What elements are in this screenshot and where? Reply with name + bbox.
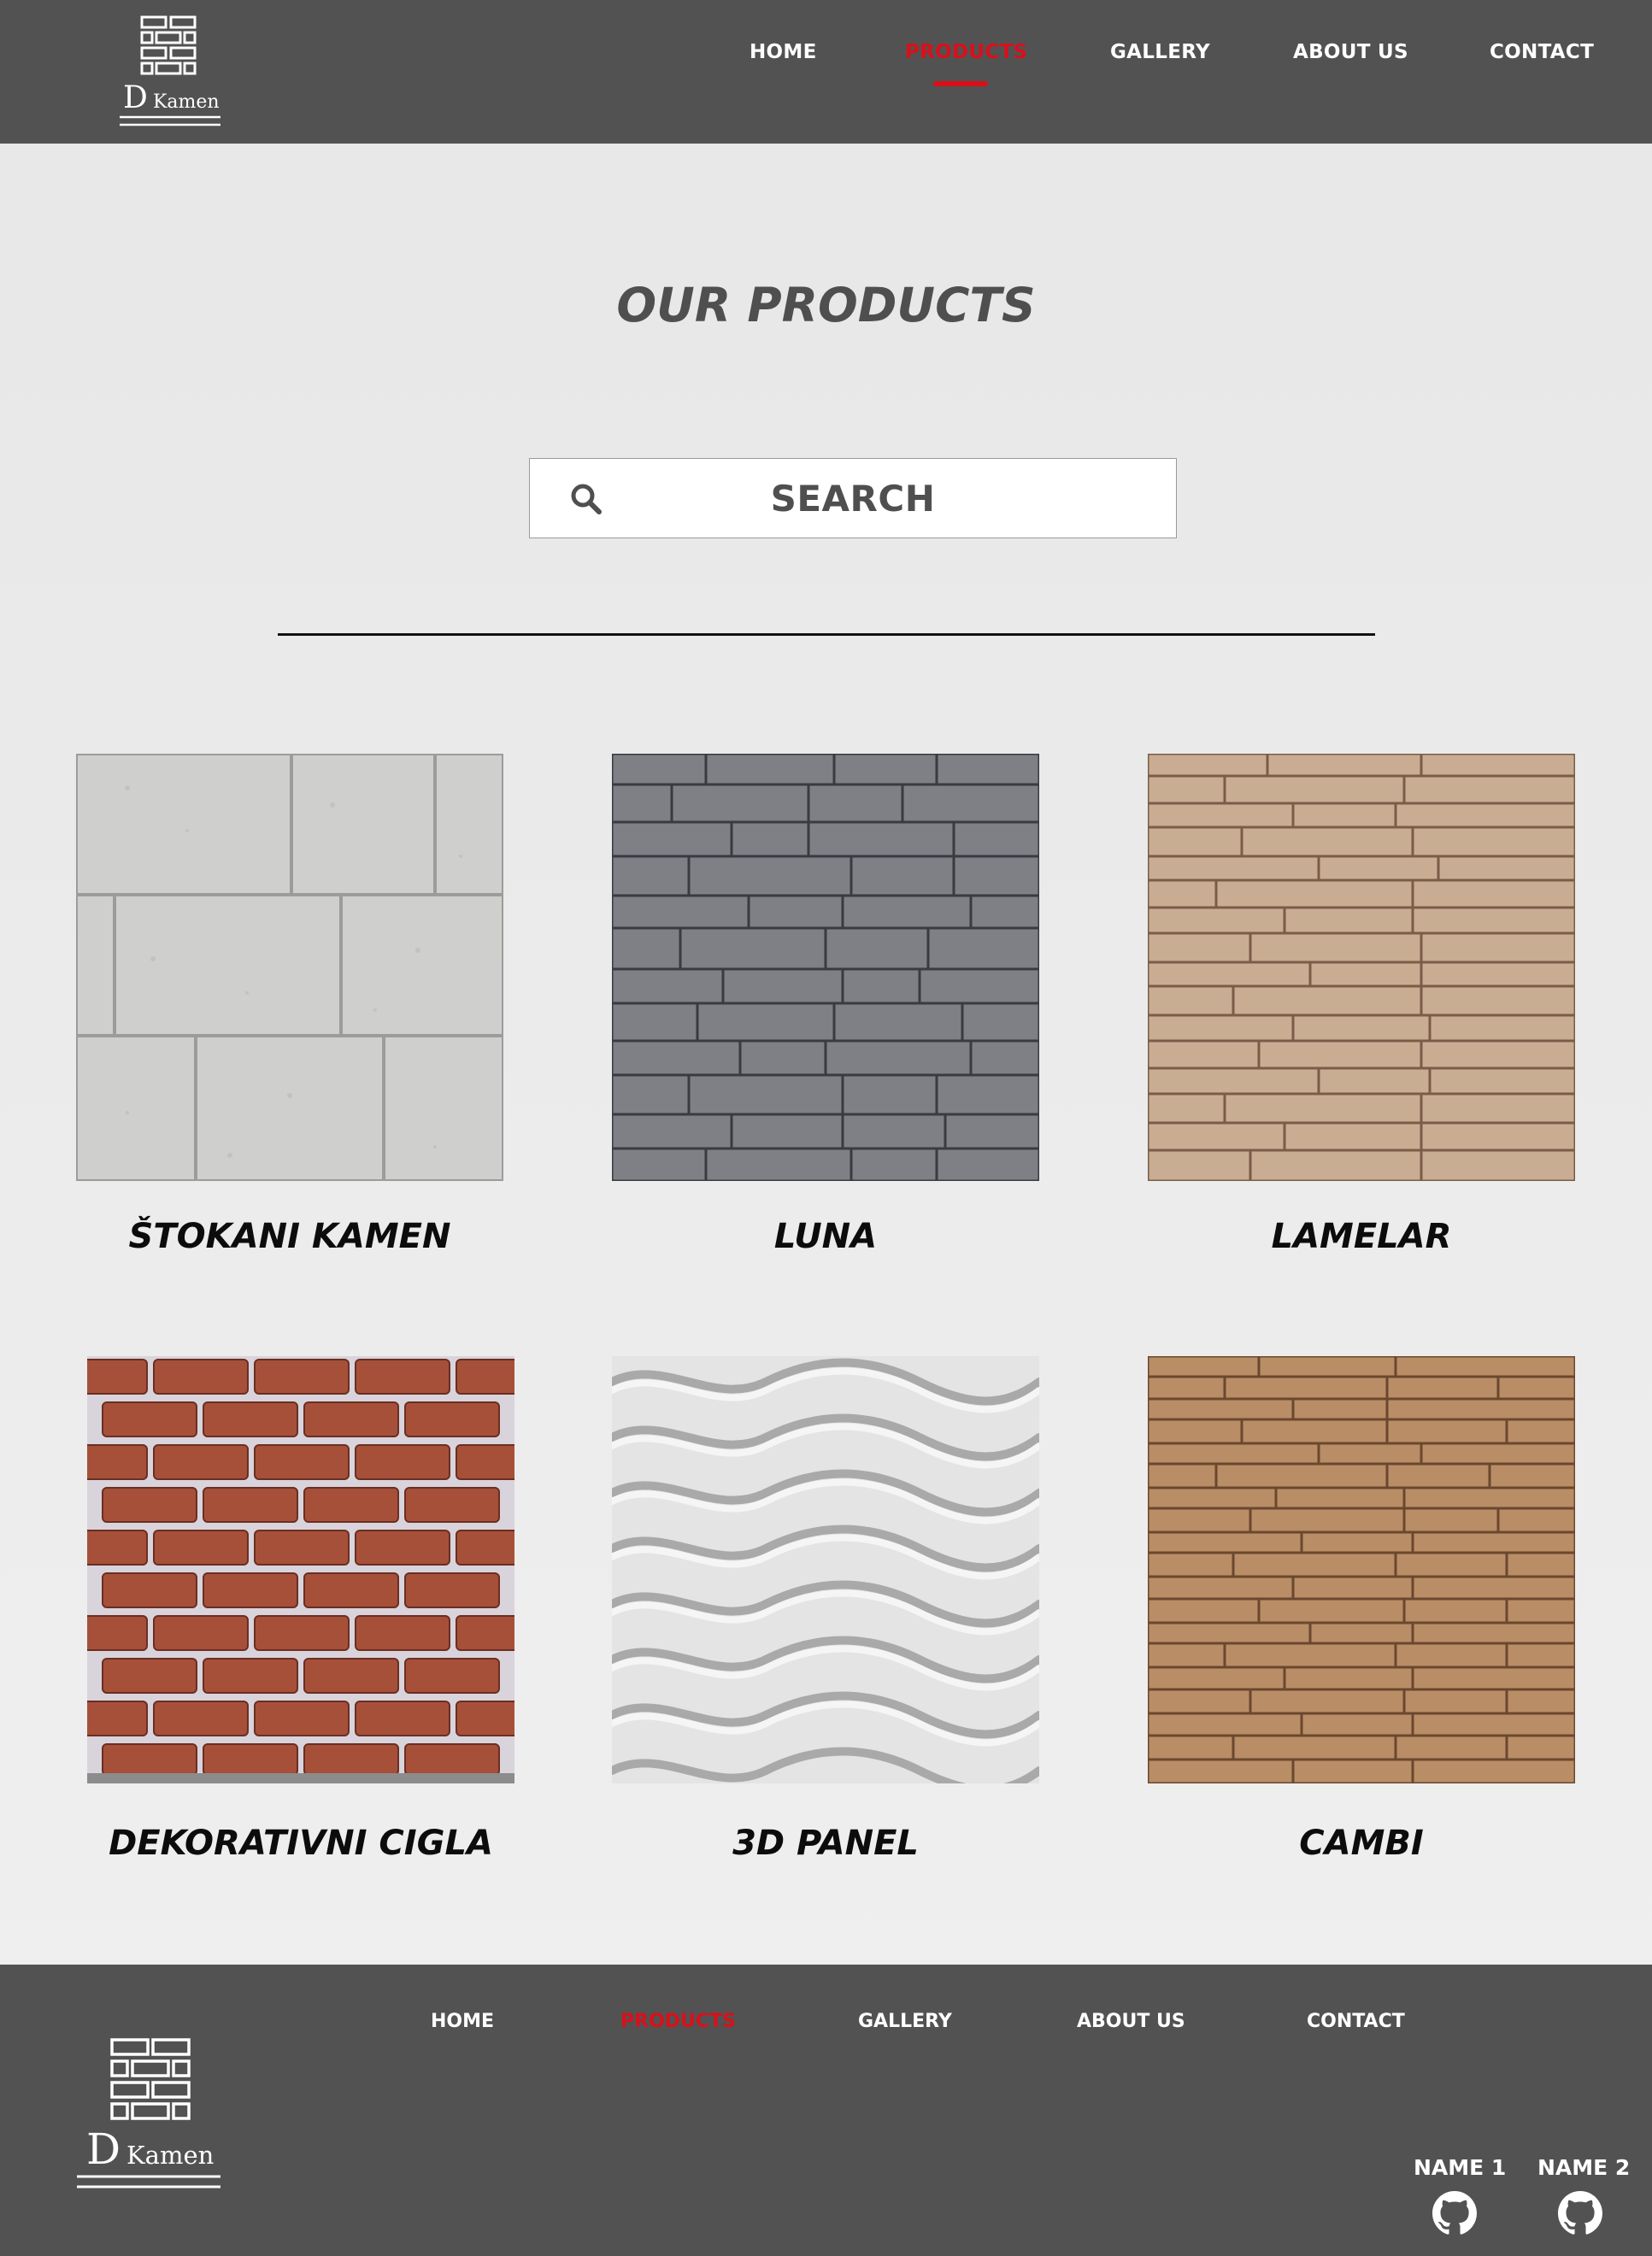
brick-logo-icon: D Kamen bbox=[77, 2038, 220, 2188]
product-image-luna[interactable] bbox=[612, 754, 1039, 1181]
product-name-lamelar[interactable]: LAMELAR bbox=[1148, 1217, 1575, 1256]
product-name-cambi[interactable]: CAMBI bbox=[1148, 1824, 1575, 1863]
logo-letter: D bbox=[123, 80, 148, 115]
github-icon[interactable] bbox=[1558, 2191, 1602, 2235]
footer-nav-gallery[interactable]: GALLERY bbox=[858, 2011, 952, 2032]
product-name-luna[interactable]: LUNA bbox=[612, 1217, 1039, 1256]
page-title: OUR PRODUCTS bbox=[616, 278, 1036, 332]
footer-logo-word: Kamen bbox=[126, 2141, 214, 2170]
footer-nav-contact[interactable]: CONTACT bbox=[1307, 2011, 1405, 2032]
site-footer: HOME PRODUCTS GALLERY ABOUT US CONTACT D… bbox=[0, 1965, 1652, 2256]
product-image-cambi[interactable] bbox=[1148, 1356, 1575, 1783]
nav-gallery[interactable]: GALLERY bbox=[1110, 41, 1210, 63]
section-divider bbox=[278, 633, 1375, 636]
brick-logo-icon: D Kamen bbox=[120, 15, 220, 126]
product-image-dekorativni-cigla[interactable] bbox=[87, 1356, 514, 1783]
footer-nav-home[interactable]: HOME bbox=[431, 2011, 494, 2032]
product-name-stokani-kamen[interactable]: ŠTOKANI KAMEN bbox=[76, 1217, 503, 1256]
search-input[interactable]: SEARCH bbox=[529, 458, 1177, 538]
site-logo[interactable]: D Kamen bbox=[118, 15, 222, 133]
github-icon[interactable] bbox=[1432, 2191, 1477, 2235]
product-name-dekorativni-cigla[interactable]: DEKORATIVNI CIGLA bbox=[87, 1824, 514, 1863]
nav-home[interactable]: HOME bbox=[750, 41, 817, 63]
footer-nav-about-us[interactable]: ABOUT US bbox=[1077, 2011, 1185, 2032]
footer-logo[interactable]: D Kamen bbox=[73, 2038, 222, 2200]
nav-products[interactable]: PRODUCTS bbox=[905, 41, 1027, 63]
footer-nav-products[interactable]: PRODUCTS bbox=[620, 2011, 736, 2032]
author-name-2: NAME 2 bbox=[1537, 2155, 1631, 2180]
footer-logo-letter: D bbox=[86, 2124, 121, 2174]
nav-contact[interactable]: CONTACT bbox=[1490, 41, 1594, 63]
product-image-3d-panel[interactable] bbox=[612, 1356, 1039, 1783]
active-nav-indicator bbox=[933, 81, 988, 86]
search-placeholder: SEARCH bbox=[770, 478, 936, 520]
site-header: D Kamen HOME PRODUCTS GALLERY ABOUT US C… bbox=[0, 0, 1652, 144]
author-name-1: NAME 1 bbox=[1414, 2155, 1507, 2180]
product-name-3d-panel[interactable]: 3D PANEL bbox=[612, 1824, 1039, 1863]
logo-word: Kamen bbox=[153, 91, 220, 113]
nav-about-us[interactable]: ABOUT US bbox=[1293, 41, 1408, 63]
product-image-stokani-kamen[interactable] bbox=[76, 754, 503, 1181]
product-image-lamelar[interactable] bbox=[1148, 754, 1575, 1181]
